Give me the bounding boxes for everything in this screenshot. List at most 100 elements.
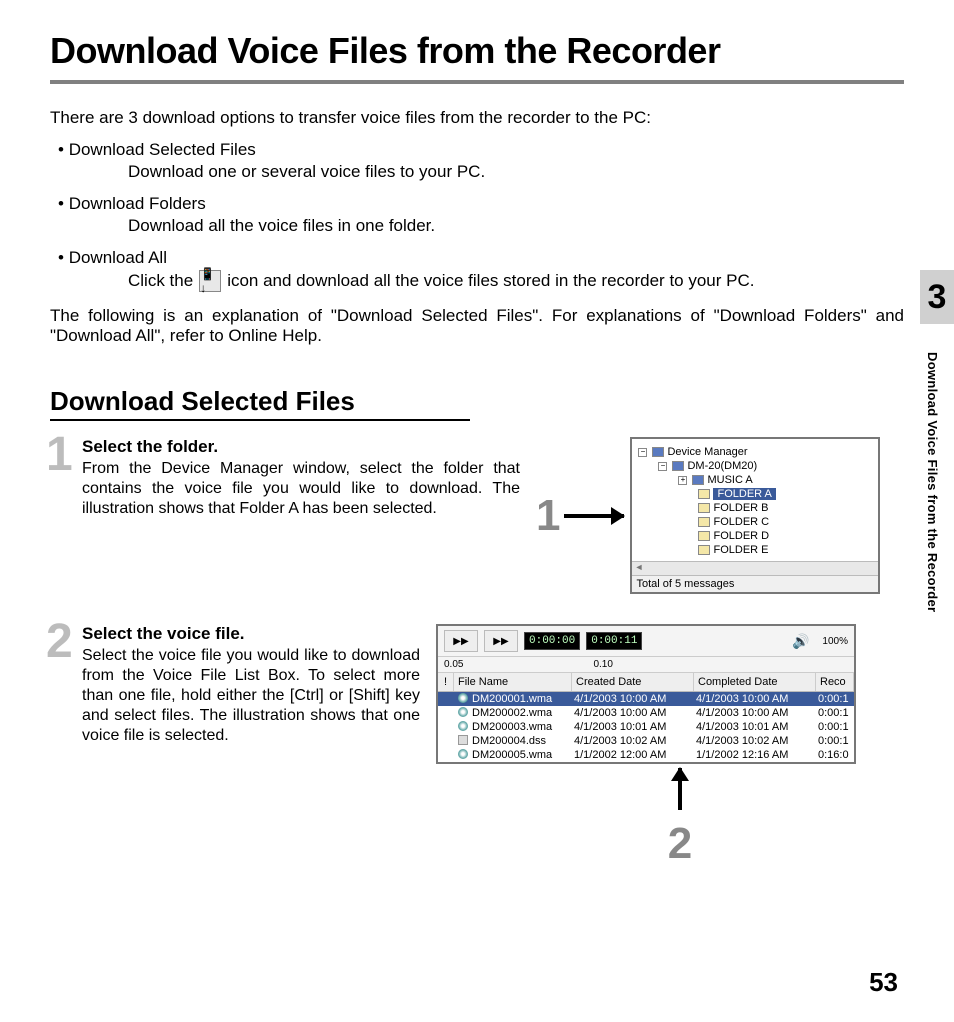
cell-completed: 1/1/2002 12:16 AM: [696, 749, 818, 761]
option-all: Download All Click the 📱↓ icon and downl…: [58, 248, 904, 292]
tree-device[interactable]: − DM-20(DM20): [656, 459, 874, 473]
arrow-up-icon: [678, 768, 682, 810]
horizontal-scrollbar[interactable]: [632, 561, 878, 575]
file-row[interactable]: DM200001.wma4/1/2003 10:00 AM4/1/2003 10…: [438, 692, 854, 706]
step-2-body: Select the voice file you would like to …: [82, 646, 420, 746]
tree-item-folder-b[interactable]: FOLDER B: [696, 501, 874, 515]
col-completed[interactable]: Completed Date: [694, 673, 816, 691]
page-number: 53: [869, 967, 898, 998]
option-body: Download all the voice files in one fold…: [128, 216, 904, 236]
folder-icon: [698, 531, 710, 541]
cell-completed: 4/1/2003 10:00 AM: [696, 693, 818, 705]
player-toolbar: ▶▶ ▶▶ 0:00:00 0:00:11 100%: [438, 626, 854, 657]
tree-expand-icon[interactable]: +: [678, 476, 687, 485]
time-total-display: 0:00:11: [586, 632, 642, 650]
screenshot-1-wrap: 1 − Device Manager − DM-20(DM20) +MUSIC …: [536, 437, 880, 594]
step-1-heading: Select the folder.: [82, 437, 520, 457]
cell-created: 1/1/2002 12:00 AM: [574, 749, 696, 761]
step-2-text: 2 Select the voice file. Select the voic…: [50, 624, 420, 746]
cell-created: 4/1/2003 10:00 AM: [574, 707, 696, 719]
title-rule: [50, 80, 904, 84]
volume-area: 100%: [792, 633, 848, 649]
option-head: Download Selected Files: [58, 140, 904, 160]
music-folder-icon: [692, 475, 704, 485]
cell-rectime: 0:00:1: [818, 693, 854, 705]
option-body: Click the 📱↓ icon and download all the v…: [128, 270, 904, 292]
step-1-text: 1 Select the folder. From the Device Man…: [50, 437, 520, 594]
cell-filename: DM200001.wma: [472, 693, 574, 705]
cell-filename: DM200002.wma: [472, 707, 574, 719]
callout-2-wrap: 2: [470, 764, 890, 869]
tree-item-folder-a[interactable]: FOLDER A: [696, 487, 874, 501]
tree-item-label: FOLDER E: [713, 544, 768, 556]
cell-created: 4/1/2003 10:00 AM: [574, 693, 696, 705]
tree-item-folder-d[interactable]: FOLDER D: [696, 529, 874, 543]
file-row[interactable]: DM200004.dss4/1/2003 10:02 AM4/1/2003 10…: [438, 734, 854, 748]
col-rectime[interactable]: Reco: [816, 673, 854, 691]
cell-rectime: 0:00:1: [818, 721, 854, 733]
voice-file-list-screenshot: ▶▶ ▶▶ 0:00:00 0:00:11 100% 0.05 0.10 ! F…: [436, 624, 856, 764]
arrow-right-icon: [564, 514, 624, 518]
cell-rectime: 0:00:1: [818, 707, 854, 719]
download-options-list: Download Selected Files Download one or …: [58, 140, 904, 292]
cell-completed: 4/1/2003 10:00 AM: [696, 707, 818, 719]
cell-priority: [438, 735, 454, 747]
tree-item-folder-e[interactable]: FOLDER E: [696, 543, 874, 557]
tree-item-music-a[interactable]: + MUSIC A: [676, 473, 874, 487]
file-row[interactable]: DM200003.wma4/1/2003 10:01 AM4/1/2003 10…: [438, 720, 854, 734]
tree-root-label: Device Manager: [667, 446, 747, 458]
rewind-button[interactable]: ▶▶: [444, 630, 478, 652]
file-row[interactable]: DM200002.wma4/1/2003 10:00 AM4/1/2003 10…: [438, 706, 854, 720]
cell-rectime: 0:16:0: [818, 749, 854, 761]
cell-priority: [438, 721, 454, 733]
step-2-heading: Select the voice file.: [82, 624, 420, 644]
cell-completed: 4/1/2003 10:02 AM: [696, 735, 818, 747]
file-list-header: ! File Name Created Date Completed Date …: [438, 673, 854, 692]
file-row[interactable]: DM200005.wma1/1/2002 12:00 AM1/1/2002 12…: [438, 748, 854, 762]
chapter-tab: 3: [920, 270, 954, 324]
ruler-tick: 0.05: [444, 659, 463, 670]
device-manager-icon: [652, 447, 664, 457]
tree-item-label: FOLDER C: [713, 516, 769, 528]
cell-priority: [438, 749, 454, 761]
tree-root[interactable]: − Device Manager: [636, 445, 874, 459]
after-options-paragraph: The following is an explanation of "Down…: [50, 306, 904, 346]
step-number-1: 1: [46, 431, 73, 479]
option-body-pre: Click the: [128, 271, 193, 291]
col-created[interactable]: Created Date: [572, 673, 694, 691]
timeline-ruler[interactable]: 0.05 0.10: [438, 657, 854, 673]
forward-button[interactable]: ▶▶: [484, 630, 518, 652]
intro-paragraph: There are 3 download options to transfer…: [50, 108, 904, 128]
time-current-display: 0:00:00: [524, 632, 580, 650]
step-1-body: From the Device Manager window, select t…: [82, 459, 520, 519]
tree-collapse-icon[interactable]: −: [658, 462, 667, 471]
folder-tree: − Device Manager − DM-20(DM20) +MUSIC AF…: [632, 439, 878, 561]
dss-file-icon: [456, 735, 470, 747]
cell-created: 4/1/2003 10:02 AM: [574, 735, 696, 747]
option-folders: Download Folders Download all the voice …: [58, 194, 904, 236]
tree-status-bar: Total of 5 messages: [632, 575, 878, 592]
col-priority[interactable]: !: [438, 673, 454, 691]
section-title: Download Selected Files: [50, 386, 470, 421]
step-number-2: 2: [46, 618, 73, 666]
col-filename[interactable]: File Name: [454, 673, 572, 691]
option-selected-files: Download Selected Files Download one or …: [58, 140, 904, 182]
wma-file-icon: [456, 721, 470, 733]
device-manager-screenshot: − Device Manager − DM-20(DM20) +MUSIC AF…: [630, 437, 880, 594]
download-all-icon: 📱↓: [199, 270, 221, 292]
cell-filename: DM200003.wma: [472, 721, 574, 733]
cell-priority: [438, 707, 454, 719]
device-icon: [672, 461, 684, 471]
page-title: Download Voice Files from the Recorder: [50, 30, 904, 72]
cell-filename: DM200004.dss: [472, 735, 574, 747]
speaker-icon[interactable]: [792, 633, 818, 649]
option-body: Download one or several voice files to y…: [128, 162, 904, 182]
tree-item-label: MUSIC A: [707, 474, 752, 486]
cell-priority: [438, 693, 454, 705]
file-list-body: DM200001.wma4/1/2003 10:00 AM4/1/2003 10…: [438, 692, 854, 762]
tree-item-folder-c[interactable]: FOLDER C: [696, 515, 874, 529]
folder-icon: [698, 517, 710, 527]
tree-collapse-icon[interactable]: −: [638, 448, 647, 457]
folder-icon: [698, 489, 710, 499]
step-2-row: 2 Select the voice file. Select the voic…: [50, 624, 904, 764]
